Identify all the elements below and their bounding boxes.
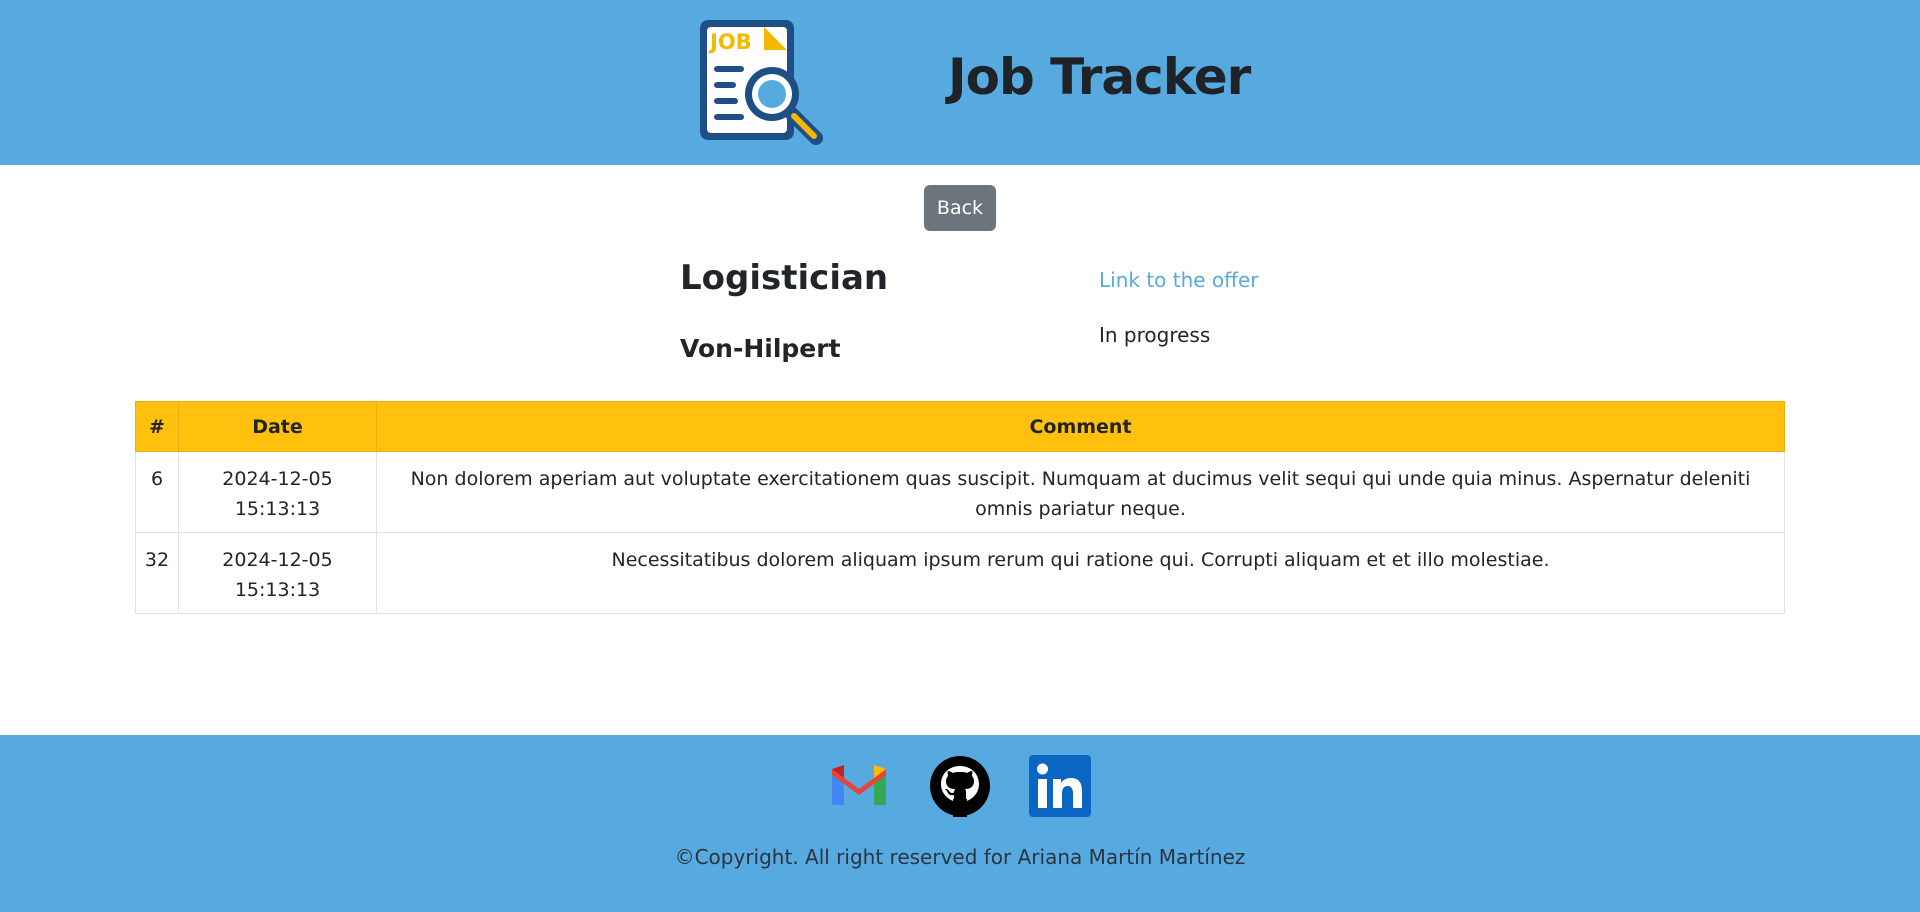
job-title: Logistician xyxy=(680,258,889,298)
row-date-day: 2024-12-05 xyxy=(222,468,333,490)
row-date: 2024-12-05 15:13:13 xyxy=(178,451,377,533)
row-date-time: 15:13:13 xyxy=(234,498,321,520)
column-header-comment: Comment xyxy=(376,401,1785,452)
app-title: Job Tracker xyxy=(948,48,1251,106)
table-header-row: # Date Comment xyxy=(135,401,1785,452)
offer-link[interactable]: Link to the offer xyxy=(1099,268,1258,292)
column-header-number: # xyxy=(135,401,179,452)
site-header: JOB Job Tracker xyxy=(0,0,1920,165)
row-date: 2024-12-05 15:13:13 xyxy=(178,532,377,614)
status-text: In progress xyxy=(1099,323,1211,347)
back-button[interactable]: Back xyxy=(924,185,996,231)
gmail-icon[interactable] xyxy=(828,755,890,817)
job-search-logo-icon: JOB xyxy=(700,20,823,145)
github-icon[interactable] xyxy=(929,755,991,817)
site-footer: ©Copyright. All right reserved for Arian… xyxy=(0,735,1920,912)
row-number: 6 xyxy=(135,451,179,533)
comments-table: # Date Comment 6 2024-12-05 15:13:13 Non… xyxy=(135,401,1785,614)
svg-text:JOB: JOB xyxy=(708,30,752,54)
row-comment: Non dolorem aperiam aut voluptate exerci… xyxy=(376,451,1785,533)
row-date-day: 2024-12-05 xyxy=(222,549,333,571)
table-row: 32 2024-12-05 15:13:13 Necessitatibus do… xyxy=(135,532,1785,614)
company-name: Von-Hilpert xyxy=(680,334,841,363)
copyright-text: ©Copyright. All right reserved for Arian… xyxy=(674,845,1246,869)
table-row: 6 2024-12-05 15:13:13 Non dolorem aperia… xyxy=(135,451,1785,533)
column-header-date: Date xyxy=(178,401,377,452)
row-number: 32 xyxy=(135,532,179,614)
row-comment: Necessitatibus dolorem aliquam ipsum rer… xyxy=(376,532,1785,614)
linkedin-icon[interactable] xyxy=(1029,755,1091,817)
row-date-time: 15:13:13 xyxy=(234,579,321,601)
